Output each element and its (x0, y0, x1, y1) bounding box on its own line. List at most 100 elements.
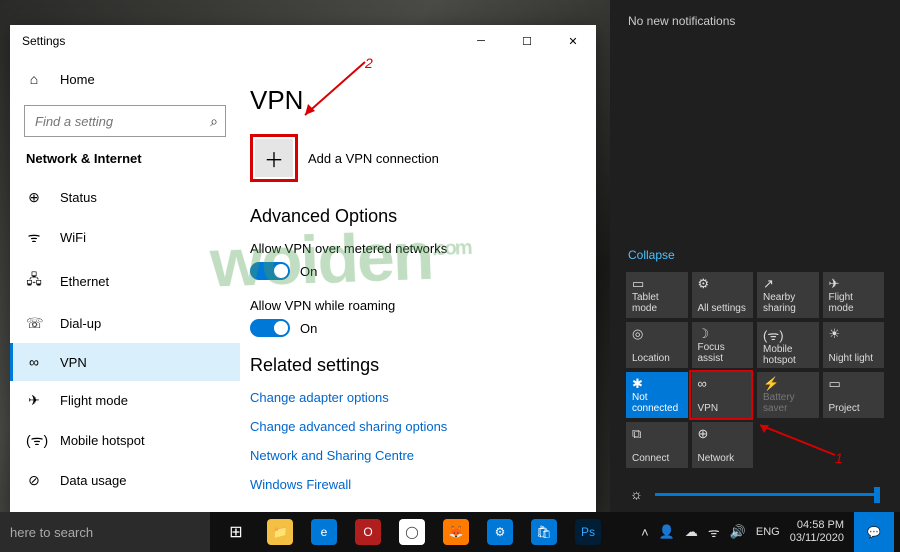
tile-label: All settings (698, 303, 748, 314)
maximize-button[interactable]: ☐ (504, 25, 550, 57)
nav-icon: ✈ (26, 392, 42, 409)
tile-battery-saver[interactable]: ⚡Battery saver (757, 372, 819, 418)
nav-item-dial-up[interactable]: ☏Dial-up (10, 304, 240, 343)
tile-label: Not connected (632, 392, 682, 414)
tile-icon: ⚡ (763, 376, 813, 392)
notification-center-button[interactable]: 💬 (854, 512, 894, 552)
search-input[interactable] (24, 105, 226, 137)
add-vpn-button[interactable]: ＋ (255, 139, 293, 177)
nav-icon: ⊘ (26, 472, 42, 489)
no-notifications-label: No new notifications (610, 0, 900, 42)
tile-network[interactable]: ⊕ Network (692, 422, 754, 468)
app-store[interactable]: 🛍 (524, 512, 564, 552)
related-heading: Related settings (250, 355, 576, 376)
tray-wifi-icon[interactable]: ᯤ (708, 523, 720, 541)
add-vpn-row[interactable]: ＋ Add a VPN connection (250, 134, 576, 182)
related-link[interactable]: Windows Firewall (250, 477, 576, 492)
tile-flight-mode[interactable]: ✈Flight mode (823, 272, 885, 318)
app-photoshop[interactable]: Ps (568, 512, 608, 552)
app-chrome[interactable]: ◯ (392, 512, 432, 552)
tile-icon: ✱ (632, 376, 682, 392)
tray-clock[interactable]: 04:58 PM 03/11/2020 (790, 519, 844, 545)
tile-label: Flight mode (829, 292, 879, 314)
app-edge[interactable]: e (304, 512, 344, 552)
tile-focus-assist[interactable]: ☽Focus assist (692, 322, 754, 368)
brightness-slider[interactable] (655, 493, 880, 496)
tile-label: Network (698, 453, 748, 464)
nav-item-wifi[interactable]: ᯤWiFi (10, 217, 240, 258)
tray-date: 03/11/2020 (790, 532, 844, 545)
tile-label: Mobile hotspot (763, 344, 813, 366)
home-nav[interactable]: ⌂ Home (10, 61, 240, 97)
tile-mobile-hotspot[interactable]: (ᯤ)Mobile hotspot (757, 322, 819, 368)
tray-volume-icon[interactable]: 🔊 (730, 524, 746, 540)
related-link[interactable]: Network and Sharing Centre (250, 448, 576, 463)
tile-nearby-sharing[interactable]: ↗Nearby sharing (757, 272, 819, 318)
nav-item-data-usage[interactable]: ⊘Data usage (10, 461, 240, 500)
tray-people-icon[interactable]: 👤 (659, 524, 675, 540)
nav-item-status[interactable]: ⊕Status (10, 178, 240, 217)
main-pane: VPN ＋ Add a VPN connection Advanced Opti… (240, 57, 596, 512)
toggle-metered[interactable] (250, 262, 290, 280)
minimize-button[interactable]: ─ (458, 25, 504, 57)
related-links: Change adapter options Change advanced sh… (250, 390, 576, 492)
close-button[interactable]: ✕ (550, 25, 596, 57)
related-link[interactable]: Change adapter options (250, 390, 576, 405)
tile-label: Battery saver (763, 392, 813, 414)
system-tray: ˄ 👤 ☁ ᯤ 🔊 ENG 04:58 PM 03/11/2020 💬 (641, 512, 900, 552)
brightness-icon: ☼ (630, 486, 643, 502)
nav-label: Flight mode (60, 393, 128, 408)
related-link[interactable]: Change advanced sharing options (250, 419, 576, 434)
tile-tablet-mode[interactable]: ▭Tablet mode (626, 272, 688, 318)
tile-icon: ✈ (829, 276, 879, 292)
tile-icon: (ᯤ) (763, 326, 813, 344)
taskbar-search[interactable]: here to search (0, 512, 210, 552)
tile-connect[interactable]: ⧉ Connect (626, 422, 688, 468)
nav-label: WiFi (60, 230, 86, 245)
nav-label: Mobile hotspot (60, 433, 145, 448)
nav-item-flight-mode[interactable]: ✈ Flight mode (10, 381, 240, 420)
tray-time: 04:58 PM (790, 519, 844, 532)
tile-icon: ☀ (829, 326, 879, 342)
tray-chevron-up-icon[interactable]: ˄ (641, 525, 649, 540)
tray-onedrive-icon[interactable]: ☁ (685, 524, 698, 540)
settings-sidebar: ⌂ Home ⌕ Network & Internet ⊕StatusᯤWiFi… (10, 57, 240, 512)
toggle-metered-state: On (300, 264, 317, 279)
toggle-roaming[interactable] (250, 319, 290, 337)
tile-project[interactable]: ▭ Project (823, 372, 885, 418)
nav-item-vpn[interactable]: ∞VPN (10, 343, 240, 381)
tile-icon: ☽ (698, 326, 748, 342)
tile-all-settings[interactable]: ⚙All settings (692, 272, 754, 318)
tile-label: Project (829, 403, 879, 414)
app-settings[interactable]: ⚙ (480, 512, 520, 552)
nav-label: VPN (60, 355, 87, 370)
opt-roaming-label: Allow VPN while roaming (250, 298, 576, 313)
tile-icon: ▭ (829, 376, 879, 392)
collapse-link[interactable]: Collapse (610, 248, 900, 272)
nav-item-ethernet[interactable]: 🖧Ethernet (10, 258, 240, 304)
nav-item-proxy[interactable]: ⊕Proxy (10, 500, 240, 512)
tile-icon: ◎ (632, 326, 682, 342)
tile-night-light[interactable]: ☀Night light (823, 322, 885, 368)
tile-label: Connect (632, 453, 682, 464)
window-title: Settings (22, 34, 65, 48)
nav-item-mobile-hotspot[interactable]: (ᯤ) Mobile hotspot (10, 420, 240, 461)
app-opera[interactable]: O (348, 512, 388, 552)
toggle-metered-row: On (250, 262, 576, 280)
tile-vpn[interactable]: ∞VPN (692, 372, 754, 418)
nav-label: Dial-up (60, 316, 101, 331)
tile-location[interactable]: ◎Location (626, 322, 688, 368)
task-view-icon[interactable]: ⊞ (216, 512, 256, 552)
tile-icon: ⊕ (698, 426, 748, 442)
tray-language[interactable]: ENG (756, 526, 780, 538)
nav-icon: (ᯤ) (26, 431, 42, 450)
tile-not-connected[interactable]: ✱Not connected (626, 372, 688, 418)
app-file-explorer[interactable]: 📁 (260, 512, 300, 552)
toggle-roaming-row: On (250, 319, 576, 337)
nav-icon: ⊕ (26, 189, 42, 206)
tile-label: Nearby sharing (763, 292, 813, 314)
nav-list: ⊕StatusᯤWiFi🖧Ethernet☏Dial-up∞VPN ✈ Flight… (10, 178, 240, 512)
app-firefox[interactable]: 🦊 (436, 512, 476, 552)
tile-icon: ↗ (763, 276, 813, 292)
tile-icon: ⧉ (632, 426, 682, 442)
